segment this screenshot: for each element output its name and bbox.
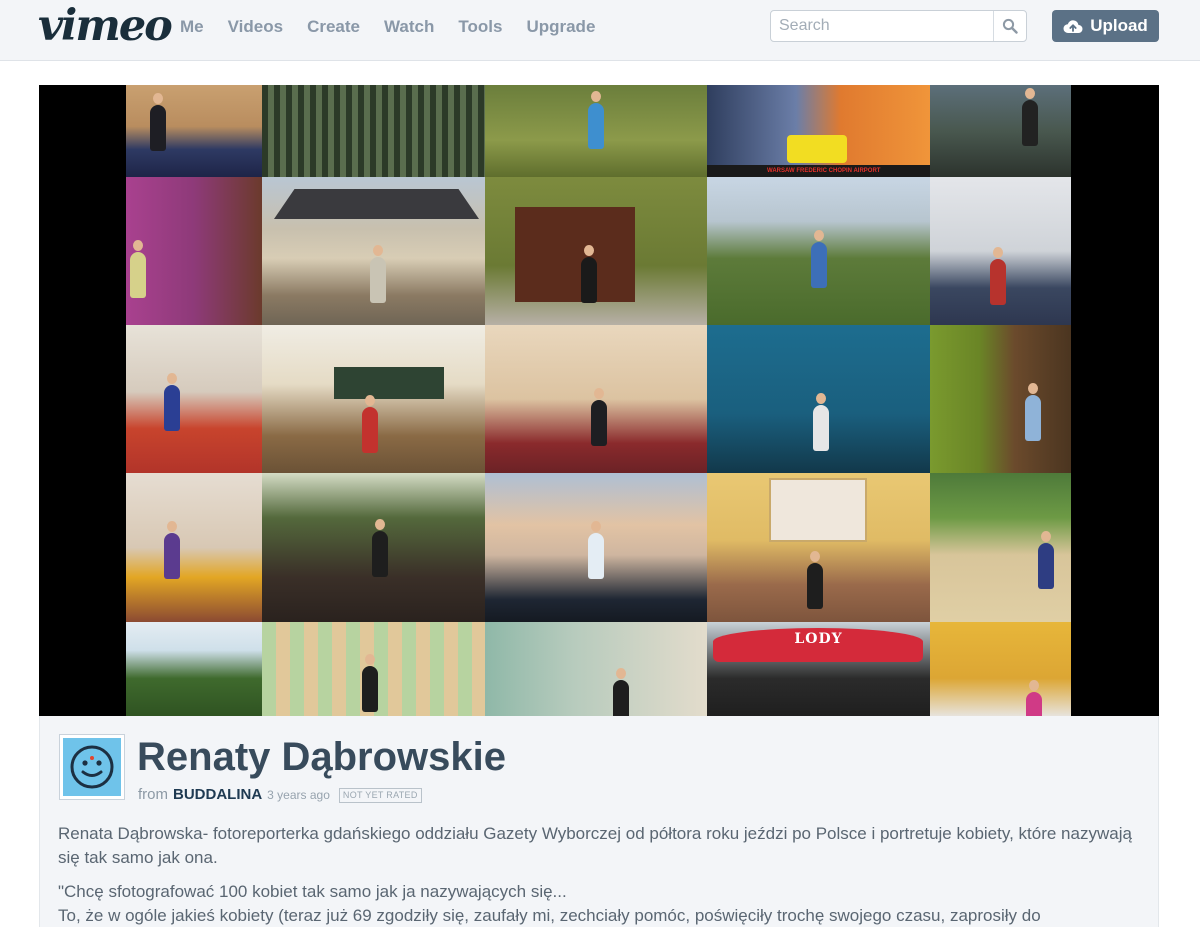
cloud-upload-icon — [1063, 19, 1083, 33]
upload-label: Upload — [1090, 16, 1148, 35]
nav-item-create[interactable]: Create — [307, 17, 360, 37]
mosaic-tile — [930, 85, 1071, 177]
description-paragraph: "Chcę sfotografować 100 kobiet tak samo … — [58, 880, 1138, 928]
mosaic-tile — [126, 177, 262, 325]
nav-item-videos[interactable]: Videos — [228, 17, 283, 37]
video-info-panel: Renaty Dąbrowskie from BUDDALINA 3 years… — [39, 716, 1159, 927]
nav-item-upgrade[interactable]: Upgrade — [526, 17, 595, 37]
mosaic-tile — [262, 622, 485, 716]
mosaic-tile — [126, 85, 262, 177]
mosaic-tile — [930, 473, 1071, 622]
mosaic-tile: WARSAW FREDERIC CHOPIN AIRPORT — [707, 85, 930, 177]
nav-item-tools[interactable]: Tools — [458, 17, 502, 37]
search-input[interactable] — [771, 11, 993, 41]
mosaic-tile — [262, 325, 485, 473]
main-nav: Me Videos Create Watch Tools Upgrade — [180, 17, 595, 37]
umbrella-sign-text: LODY — [794, 631, 843, 647]
mosaic-tile — [262, 85, 485, 177]
video-player[interactable]: WARSAW FREDERIC CHOPIN AIRPORT LODY — [39, 85, 1159, 716]
mosaic-tile — [485, 177, 707, 325]
airport-sign-text: WARSAW FREDERIC CHOPIN AIRPORT — [767, 168, 881, 174]
mosaic-tile — [262, 177, 485, 325]
mosaic-tile — [126, 622, 262, 716]
search-box — [770, 10, 1027, 42]
mosaic-tile — [930, 325, 1071, 473]
description-line: To, że w ogóle jakieś kobiety (teraz już… — [58, 906, 1041, 925]
mosaic-tile — [930, 622, 1071, 716]
mosaic-tile — [262, 473, 485, 622]
top-navigation-bar: vimeo Me Videos Create Watch Tools Upgra… — [0, 0, 1200, 61]
mosaic-tile — [126, 473, 262, 622]
vimeo-logo[interactable]: vimeo — [38, 0, 173, 52]
nav-item-me[interactable]: Me — [180, 17, 204, 37]
mosaic-tile — [485, 85, 707, 177]
video-meta: from BUDDALINA 3 years ago NOT YET RATED — [138, 786, 422, 804]
upload-time: 3 years ago — [267, 788, 330, 802]
mosaic-tile: LODY — [707, 622, 930, 716]
mosaic-tile — [707, 177, 930, 325]
smiley-face-icon — [70, 745, 114, 789]
rating-badge[interactable]: NOT YET RATED — [338, 787, 422, 803]
mosaic-tile — [485, 473, 707, 622]
search-icon — [1002, 18, 1018, 34]
video-frame-photo-mosaic: WARSAW FREDERIC CHOPIN AIRPORT LODY — [126, 85, 1071, 716]
mosaic-tile — [485, 325, 707, 473]
uploader-link[interactable]: BUDDALINA — [173, 786, 262, 804]
user-avatar[interactable] — [59, 734, 125, 800]
mosaic-tile — [707, 473, 930, 622]
video-title: Renaty Dąbrowskie — [137, 735, 507, 779]
mosaic-tile — [930, 177, 1071, 325]
search-button[interactable] — [993, 11, 1026, 41]
nav-item-watch[interactable]: Watch — [384, 17, 434, 37]
description-line: "Chcę sfotografować 100 kobiet tak samo … — [58, 882, 567, 901]
avatar-image — [63, 738, 121, 796]
mosaic-tile — [126, 325, 262, 473]
video-description: Renata Dąbrowska- fotoreporterka gdański… — [58, 822, 1138, 938]
upload-button[interactable]: Upload — [1052, 10, 1159, 42]
mosaic-tile — [485, 622, 707, 716]
description-paragraph: Renata Dąbrowska- fotoreporterka gdański… — [58, 824, 1132, 867]
mosaic-tile — [707, 325, 930, 473]
from-label: from — [138, 786, 168, 803]
